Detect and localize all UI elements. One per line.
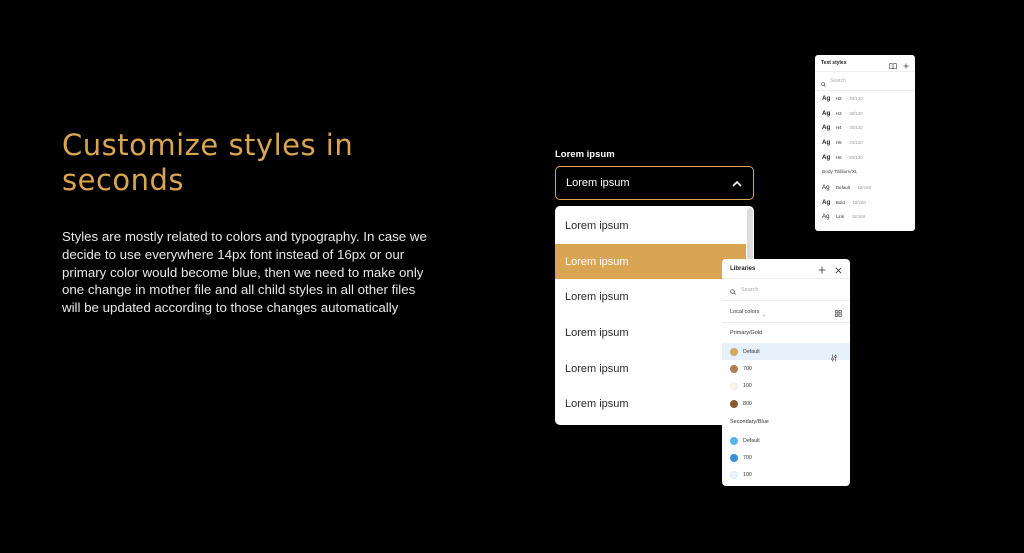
- style-sample: Ag: [822, 213, 830, 221]
- libraries-title: Libraries: [730, 265, 756, 272]
- dropdown-option[interactable]: Lorem ipsum: [555, 351, 746, 387]
- libraries-search[interactable]: Search: [722, 279, 850, 301]
- text-style-item[interactable]: Ag H5 · 24/120: [815, 135, 915, 150]
- style-size: · 20/120: [846, 155, 863, 161]
- style-size: · 36/120: [846, 110, 863, 116]
- color-name: 100: [743, 383, 752, 390]
- style-size: · 40/120: [846, 95, 863, 101]
- search-placeholder: Search: [830, 78, 846, 84]
- color-name: Default: [743, 437, 760, 444]
- text-style-item[interactable]: Ag H4 · 30/120: [815, 121, 915, 136]
- search-placeholder: Search: [741, 286, 759, 293]
- style-sample: Ag: [822, 183, 830, 191]
- libraries-header: Libraries: [722, 259, 850, 279]
- color-name: 800: [743, 400, 752, 407]
- dropdown-select[interactable]: Lorem ipsum: [555, 166, 754, 200]
- color-item[interactable]: Default: [722, 343, 850, 362]
- style-sample: Ag: [822, 124, 831, 132]
- text-styles-panel: Text styles Search Ag H2 · 40/120 Ag H3 …: [815, 55, 915, 231]
- text-style-item[interactable]: Ag H2 · 40/120: [815, 91, 915, 106]
- text-style-item[interactable]: Ag H3 · 36/120: [815, 106, 915, 121]
- local-colors-label: Local colors: [730, 308, 760, 315]
- dropdown-option-active[interactable]: Lorem ipsum: [555, 243, 746, 280]
- color-item[interactable]: 100: [722, 378, 850, 395]
- color-item[interactable]: 800: [722, 395, 850, 412]
- local-colors-selector[interactable]: Local colors: [722, 301, 850, 323]
- dropdown-label: Lorem ipsum: [555, 149, 615, 160]
- text-style-group: Body Titillium/XL: [822, 169, 858, 175]
- close-icon[interactable]: [835, 259, 842, 278]
- style-size: · 30/120: [846, 125, 863, 131]
- text-style-item[interactable]: Ag H6 · 20/120: [815, 150, 915, 165]
- page-description: Styles are mostly related to colors and …: [62, 229, 427, 316]
- style-sample: Ag: [822, 198, 831, 206]
- search-icon: [821, 72, 826, 91]
- style-name: Link: [836, 214, 845, 220]
- style-size: · 18/160: [849, 199, 866, 205]
- grid-view-icon[interactable]: [835, 302, 842, 321]
- text-style-item[interactable]: Ag Default · 18/160: [815, 180, 915, 195]
- color-item[interactable]: Default: [722, 432, 850, 449]
- color-swatch: [730, 364, 738, 373]
- style-size: · 24/120: [846, 140, 863, 146]
- page-headline: Customize styles in seconds: [62, 128, 354, 197]
- style-name: Default: [836, 184, 850, 190]
- color-group-secondary: Secondary/Blue: [730, 419, 769, 426]
- style-name: H6: [836, 155, 842, 161]
- dropdown-option[interactable]: Lorem ipsum: [555, 315, 746, 351]
- plus-icon[interactable]: [818, 259, 826, 278]
- color-swatch: [730, 347, 738, 356]
- color-item[interactable]: 700: [722, 360, 850, 377]
- style-size: · 18/160: [854, 184, 872, 190]
- color-swatch: [730, 454, 738, 463]
- color-swatch: [730, 471, 738, 480]
- color-name: Default: [743, 348, 760, 355]
- text-style-item[interactable]: Ag Bold · 18/160: [815, 195, 915, 210]
- book-icon[interactable]: [889, 55, 897, 73]
- dropdown-selected-value: Lorem ipsum: [566, 177, 630, 189]
- color-name: 700: [743, 365, 752, 372]
- plus-icon[interactable]: [903, 55, 909, 73]
- style-sample: Ag: [822, 109, 831, 117]
- color-item[interactable]: 100: [722, 467, 850, 484]
- style-sample: Ag: [822, 94, 831, 102]
- search-icon: [730, 280, 736, 299]
- dropdown-option[interactable]: Lorem ipsum: [555, 386, 746, 422]
- text-style-item[interactable]: Ag Link · 18/160: [815, 210, 915, 225]
- color-swatch: [730, 436, 738, 445]
- color-swatch: [730, 399, 738, 408]
- text-styles-search[interactable]: Search: [815, 72, 915, 91]
- dropdown-option[interactable]: Lorem ipsum: [555, 208, 746, 244]
- style-name: H3: [836, 110, 842, 116]
- style-name: H4: [836, 125, 842, 131]
- style-name: Bold: [836, 199, 845, 205]
- style-name: H5: [836, 140, 842, 146]
- color-group-primary: Primary/Gold: [730, 330, 763, 336]
- style-name: H2: [836, 95, 842, 101]
- color-name: 100: [743, 472, 752, 479]
- libraries-panel: Libraries Search Local colors Primary/Go…: [722, 259, 850, 486]
- style-sample: Ag: [822, 139, 831, 147]
- text-styles-title: Text styles: [821, 60, 847, 66]
- color-item[interactable]: 700: [722, 449, 850, 466]
- color-swatch: [730, 382, 738, 391]
- color-name: 700: [743, 455, 752, 462]
- style-sample: Ag: [822, 154, 831, 162]
- dropdown-option[interactable]: Lorem ipsum: [555, 279, 746, 315]
- chevron-up-icon[interactable]: [731, 177, 743, 189]
- style-size: · 18/160: [849, 214, 866, 220]
- text-styles-header: Text styles: [815, 55, 915, 72]
- chevron-down-icon: [762, 302, 767, 321]
